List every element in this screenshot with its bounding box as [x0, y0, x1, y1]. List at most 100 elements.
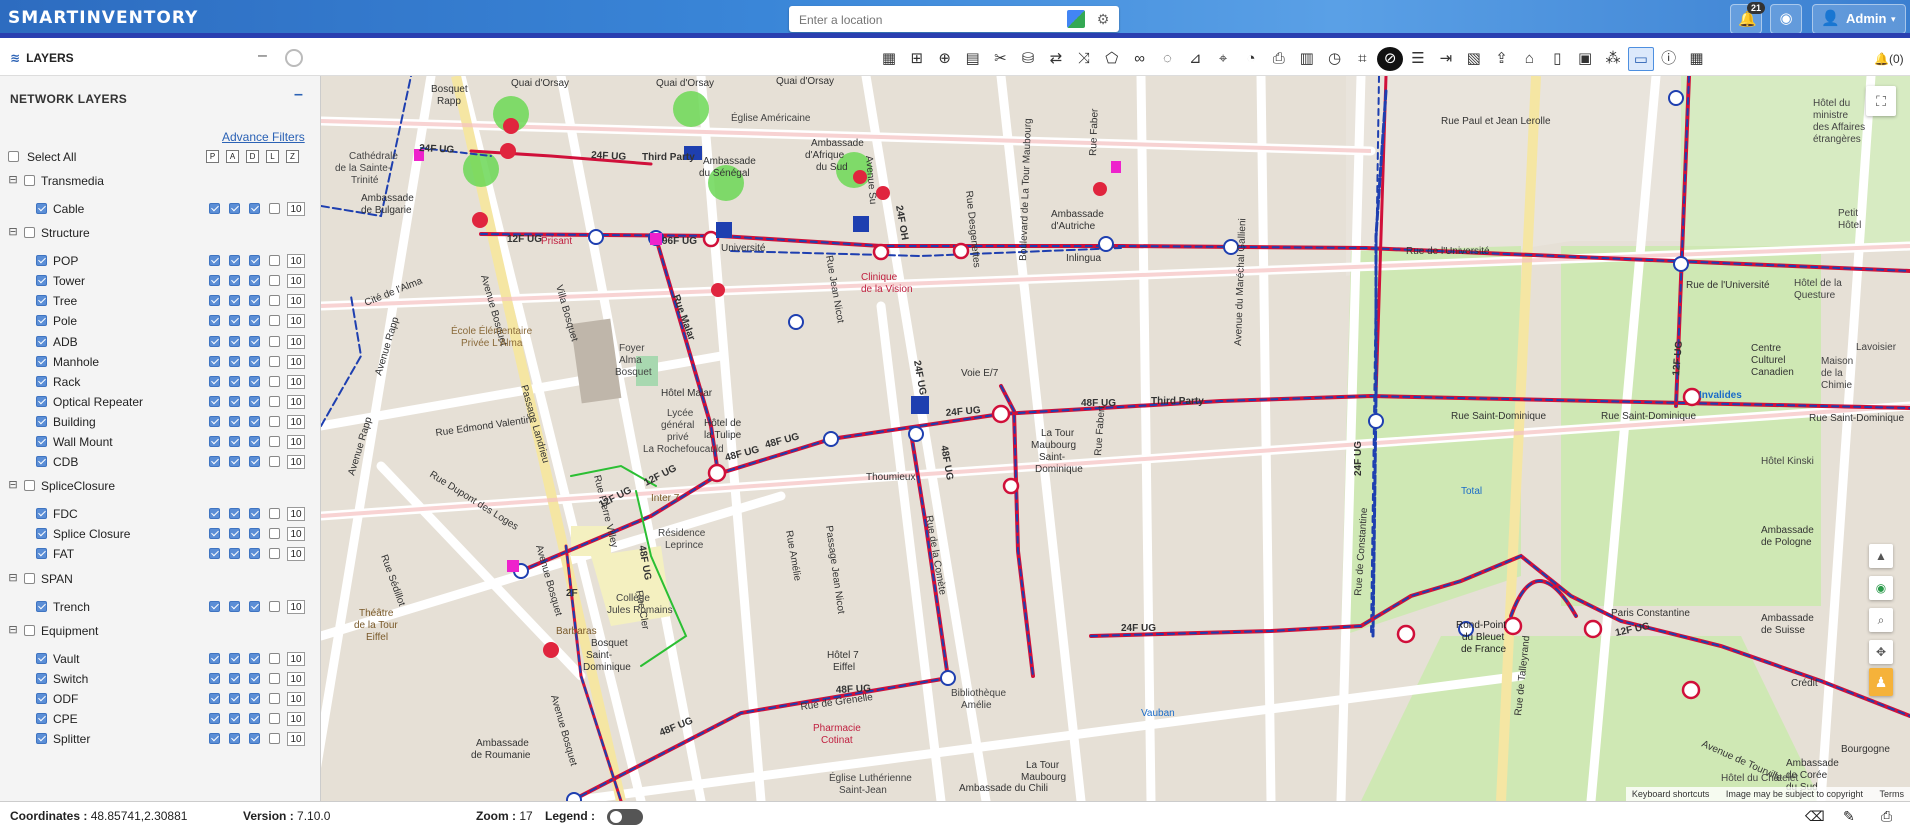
layer-select-checkbox[interactable] [249, 375, 260, 387]
select-all-checkbox[interactable] [8, 151, 19, 162]
layer-zoom-level-input[interactable]: 10 [287, 455, 305, 470]
layer-select-checkbox[interactable] [249, 600, 260, 612]
layer-zoom-level-input[interactable]: 10 [287, 294, 305, 309]
filter-l-button[interactable]: L [266, 150, 279, 163]
layer-select-checkbox[interactable] [249, 436, 260, 447]
layer-extra-checkbox[interactable] [269, 692, 280, 704]
layer-checkbox[interactable] [36, 203, 47, 214]
layer-zoom-level-input[interactable]: 10 [287, 599, 305, 614]
layer-extra-checkbox[interactable] [269, 415, 280, 427]
layer-checkbox[interactable] [36, 733, 47, 744]
layer-label-checkbox[interactable] [229, 375, 240, 387]
layer-checkbox[interactable] [36, 315, 47, 327]
advance-filters-link[interactable]: Advance Filters [222, 130, 305, 144]
notifications-button[interactable]: 🔔 21 [1730, 2, 1766, 34]
layer-select-checkbox[interactable] [249, 355, 260, 367]
report-icon[interactable]: ▥ [1294, 47, 1320, 71]
layer-display-checkbox[interactable] [209, 436, 220, 447]
export-icon[interactable]: ⇥ [1433, 47, 1459, 71]
compass-button[interactable]: ▲ [1869, 544, 1893, 568]
layer-label-checkbox[interactable] [229, 255, 240, 267]
circle-select-icon[interactable]: ◌ [1154, 47, 1180, 71]
layer-zoom-level-input[interactable]: 10 [287, 394, 305, 409]
alerts-indicator[interactable]: 🔔(0) [1874, 52, 1904, 66]
layer-checkbox[interactable] [36, 508, 47, 520]
collapse-toggle-icon[interactable]: ⊟ [8, 478, 18, 491]
layer-display-checkbox[interactable] [209, 528, 220, 540]
building-icon[interactable]: ⌂ [1516, 47, 1542, 71]
layer-display-checkbox[interactable] [209, 355, 220, 367]
zoom-search-button[interactable]: ⌕ [1869, 608, 1893, 632]
layer-select-checkbox[interactable] [249, 395, 260, 407]
group-checkbox[interactable] [24, 480, 35, 492]
layer-checkbox[interactable] [36, 456, 47, 468]
collapse-panel-button[interactable]: – [258, 47, 267, 65]
layer-extra-checkbox[interactable] [269, 255, 280, 267]
layer-display-checkbox[interactable] [209, 508, 220, 520]
layer-label-checkbox[interactable] [229, 548, 240, 560]
user-profile-button[interactable]: ◉ [1770, 4, 1802, 34]
layer-display-checkbox[interactable] [209, 712, 220, 724]
layer-display-checkbox[interactable] [209, 672, 220, 684]
layer-select-checkbox[interactable] [249, 415, 260, 427]
layer-zoom-level-input[interactable]: 10 [287, 202, 305, 216]
layers-active-icon[interactable]: ▭ [1627, 47, 1654, 71]
layer-extra-checkbox[interactable] [269, 295, 280, 307]
layer-label-checkbox[interactable] [229, 733, 240, 744]
layer-zoom-level-input[interactable]: 10 [287, 651, 305, 666]
layer-zoom-level-input[interactable]: 10 [287, 671, 305, 686]
layer-extra-checkbox[interactable] [269, 548, 280, 560]
layer-zoom-level-input[interactable]: 10 [287, 547, 305, 562]
layer-zoom-level-input[interactable]: 10 [287, 334, 305, 349]
layer-label-checkbox[interactable] [229, 508, 240, 520]
layer-zoom-level-input[interactable]: 10 [287, 254, 305, 269]
info-icon[interactable]: ⓘ [1656, 47, 1682, 71]
layer-display-checkbox[interactable] [209, 315, 220, 327]
location-icon[interactable]: ⌖ [1210, 47, 1236, 71]
layer-display-checkbox[interactable] [209, 275, 220, 287]
layer-checkbox[interactable] [36, 528, 47, 540]
layer-extra-checkbox[interactable] [269, 712, 280, 724]
filter-z-button[interactable]: Z [286, 150, 299, 163]
layer-checkbox[interactable] [36, 415, 47, 427]
polygon-icon[interactable]: ⬠ [1099, 47, 1125, 71]
layer-label-checkbox[interactable] [229, 712, 240, 724]
layer-extra-checkbox[interactable] [269, 275, 280, 287]
layer-select-checkbox[interactable] [249, 692, 260, 704]
layer-zoom-level-input[interactable]: 10 [287, 374, 305, 389]
layer-select-checkbox[interactable] [249, 255, 260, 267]
google-maps-icon[interactable] [1067, 10, 1085, 28]
list-icon[interactable]: ☰ [1405, 47, 1431, 71]
map-pan-button[interactable]: ✥ [1869, 640, 1893, 664]
layer-display-checkbox[interactable] [209, 295, 220, 307]
layer-extra-checkbox[interactable] [269, 436, 280, 447]
layer-select-checkbox[interactable] [249, 335, 260, 347]
dashboard-icon[interactable]: ◔ [1238, 47, 1264, 71]
layer-zoom-level-input[interactable]: 10 [287, 274, 305, 289]
layer-select-checkbox[interactable] [249, 315, 260, 327]
layer-label-checkbox[interactable] [229, 436, 240, 447]
layer-label-checkbox[interactable] [229, 275, 240, 287]
layer-label-checkbox[interactable] [229, 415, 240, 427]
table-icon[interactable]: ▦ [1683, 47, 1709, 71]
layer-checkbox[interactable] [36, 672, 47, 684]
layer-label-checkbox[interactable] [229, 652, 240, 664]
layer-label-checkbox[interactable] [229, 456, 240, 468]
collapse-toggle-icon[interactable]: ⊟ [8, 173, 18, 186]
split-icon[interactable]: ⤨ [1071, 47, 1097, 71]
layer-checkbox[interactable] [36, 436, 47, 447]
layer-zoom-level-input[interactable]: 10 [287, 354, 305, 369]
network-icon[interactable]: ⁂ [1600, 47, 1626, 71]
layer-select-checkbox[interactable] [249, 712, 260, 724]
map-svg[interactable]: 24F UG 24F UG Third Party 12F UG 96F UG … [321, 76, 1910, 801]
route-icon[interactable]: ⇄ [1043, 47, 1069, 71]
layer-extra-checkbox[interactable] [269, 315, 280, 327]
layer-display-checkbox[interactable] [209, 395, 220, 407]
layer-display-checkbox[interactable] [209, 733, 220, 744]
layer-select-checkbox[interactable] [249, 275, 260, 287]
layer-checkbox[interactable] [36, 355, 47, 367]
print-icon[interactable]: ⎙ [1881, 808, 1892, 825]
layer-checkbox[interactable] [36, 375, 47, 387]
print-icon[interactable]: ⎙ [1266, 47, 1292, 71]
layer-zoom-level-input[interactable]: 10 [287, 527, 305, 542]
